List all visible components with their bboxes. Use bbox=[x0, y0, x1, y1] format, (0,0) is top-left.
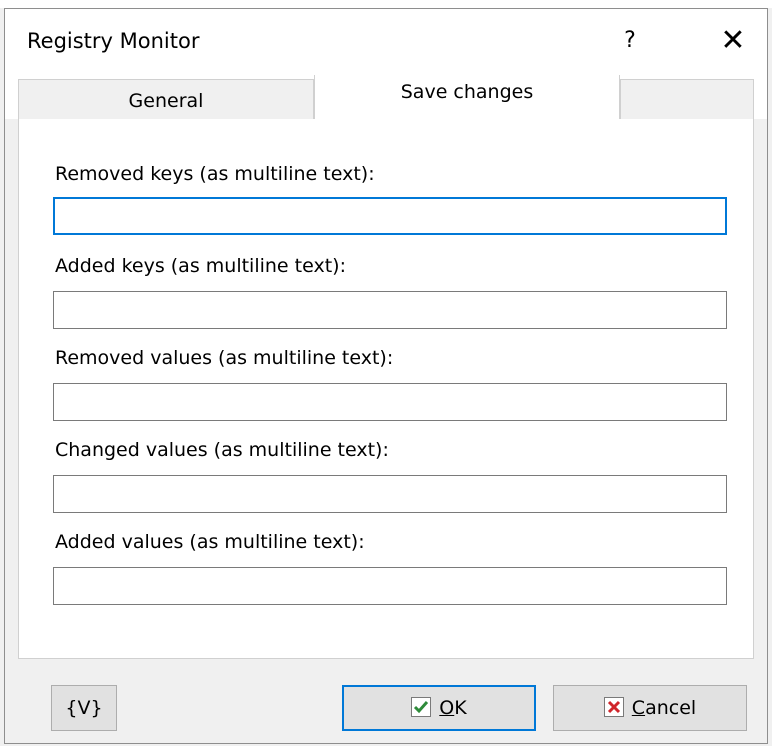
title-bar: Registry Monitor ? ✕ bbox=[5, 9, 767, 75]
ok-button[interactable]: OK bbox=[342, 685, 536, 731]
added-keys-input[interactable] bbox=[53, 291, 727, 329]
tab-panel-save-changes: Removed keys (as multiline text): Added … bbox=[18, 119, 754, 659]
added-keys-label: Added keys (as multiline text): bbox=[55, 255, 346, 277]
window-title: Registry Monitor bbox=[27, 29, 200, 53]
ok-accelerator: O bbox=[439, 697, 455, 719]
variables-button[interactable]: {V} bbox=[51, 685, 117, 731]
added-values-label: Added values (as multiline text): bbox=[55, 531, 365, 553]
checkmark-icon bbox=[411, 697, 432, 717]
removed-keys-label: Removed keys (as multiline text): bbox=[55, 163, 375, 185]
cancel-accelerator: C bbox=[631, 697, 646, 719]
cancel-label-rest: ancel bbox=[645, 697, 697, 719]
tab-general[interactable]: General bbox=[18, 79, 314, 119]
removed-keys-input[interactable] bbox=[53, 197, 727, 235]
added-values-input[interactable] bbox=[53, 567, 727, 605]
tab-strip-filler bbox=[620, 79, 754, 119]
cancel-button[interactable]: Cancel bbox=[553, 685, 747, 731]
dialog-window: Registry Monitor ? ✕ General Save change… bbox=[4, 8, 768, 744]
background-strip bbox=[0, 0, 772, 8]
close-icon[interactable]: ✕ bbox=[711, 19, 755, 63]
help-button[interactable]: ? bbox=[610, 21, 650, 61]
x-mark-icon bbox=[603, 697, 624, 717]
ok-label-rest: K bbox=[454, 697, 467, 719]
changed-values-input[interactable] bbox=[53, 475, 727, 513]
changed-values-label: Changed values (as multiline text): bbox=[55, 439, 389, 461]
removed-values-input[interactable] bbox=[53, 383, 727, 421]
removed-values-label: Removed values (as multiline text): bbox=[55, 347, 394, 369]
tab-strip: General Save changes bbox=[5, 75, 767, 119]
tab-save-changes[interactable]: Save changes bbox=[314, 75, 620, 119]
